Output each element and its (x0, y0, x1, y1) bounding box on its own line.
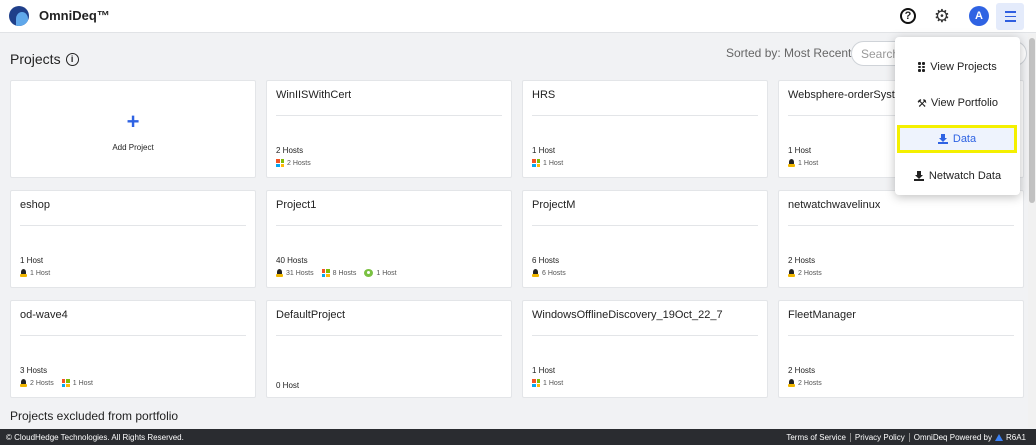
linux-icon (788, 269, 795, 277)
windows-icon (532, 159, 540, 167)
top-bar: OmniDeq™ ? ⚙ A (0, 0, 1036, 33)
host-count: 2 Hosts (788, 256, 816, 265)
windows-icon (276, 159, 284, 167)
plus-icon: + (126, 109, 140, 134)
windows-icon (321, 269, 330, 277)
powered-by-text: OmniDeq Powered by R6A1 (913, 433, 1026, 442)
project-name: HRS (532, 89, 556, 101)
card-divider (20, 335, 246, 336)
avatar[interactable]: A (969, 6, 989, 26)
project-card[interactable]: netwatchwavelinux 2 Hosts 2 Hosts (778, 190, 1024, 288)
host-breakdown: 1 Host (20, 269, 50, 277)
project-name: WindowsOfflineDiscovery_19Oct_22_7 (532, 309, 723, 321)
projects-title: Projects i (10, 51, 79, 67)
hamburger-menu-icon[interactable] (996, 3, 1024, 30)
project-name: od-wave4 (20, 309, 68, 321)
card-divider (276, 335, 502, 336)
help-icon[interactable]: ? (898, 6, 918, 26)
portfolio-icon: ⚒ (917, 97, 927, 110)
sort-selector[interactable]: Sorted by: Most Recent (726, 46, 851, 60)
linux-icon (532, 269, 539, 277)
add-project-label: Add Project (112, 143, 154, 152)
add-project-card[interactable]: + Add Project (10, 80, 256, 178)
card-divider (276, 225, 502, 226)
project-card[interactable]: ProjectM 6 Hosts 6 Hosts (522, 190, 768, 288)
project-name: Websphere-orderSystem (788, 89, 911, 101)
main-menu-dropdown: View Projects ⚒ View Portfolio Data Netw… (895, 37, 1020, 195)
project-name: eshop (20, 199, 50, 211)
scrollbar-thumb[interactable] (1029, 38, 1035, 203)
host-count: 6 Hosts (532, 256, 560, 265)
host-count: 40 Hosts (276, 256, 308, 265)
linux-icon (20, 269, 27, 277)
host-count: 2 Hosts (788, 366, 816, 375)
menu-item-view-portfolio[interactable]: ⚒ View Portfolio (895, 88, 1020, 118)
project-card[interactable]: DefaultProject 0 Host (266, 300, 512, 398)
project-card[interactable]: WinIISWithCert 2 Hosts 2 Hosts (266, 80, 512, 178)
info-icon[interactable]: i (65, 52, 79, 66)
project-name: ProjectM (532, 199, 576, 211)
brand-name[interactable]: OmniDeq™ (39, 8, 110, 23)
project-card[interactable]: eshop 1 Host 1 Host (10, 190, 256, 288)
powered-by-logo-icon (994, 434, 1003, 441)
host-breakdown: 1 Host (532, 159, 563, 167)
host-breakdown: 2 Hosts (788, 269, 822, 277)
project-card[interactable]: WindowsOfflineDiscovery_19Oct_22_7 1 Hos… (522, 300, 768, 398)
host-count: 3 Hosts (20, 366, 48, 375)
project-card[interactable]: HRS 1 Host 1 Host (522, 80, 768, 178)
project-card[interactable]: FleetManager 2 Hosts 2 Hosts (778, 300, 1024, 398)
card-divider (532, 115, 758, 116)
host-count: 1 Host (532, 366, 556, 375)
host-breakdown: 2 Hosts (788, 379, 822, 387)
host-breakdown: 2 Hosts (276, 159, 311, 167)
project-name: netwatchwavelinux (788, 199, 881, 211)
linux-icon (276, 269, 283, 277)
host-count: 1 Host (788, 146, 812, 155)
project-card[interactable]: od-wave4 3 Hosts 2 Hosts 1 Host (10, 300, 256, 398)
host-count: 1 Host (532, 146, 556, 155)
card-divider (532, 335, 758, 336)
privacy-link[interactable]: Privacy Policy (851, 433, 909, 442)
host-breakdown: 2 Hosts 1 Host (20, 379, 93, 387)
menu-item-netwatch-data[interactable]: Netwatch Data (895, 161, 1020, 191)
windows-icon (532, 379, 540, 387)
host-breakdown: 1 Host (788, 159, 818, 167)
terms-link[interactable]: Terms of Service (782, 433, 850, 442)
card-divider (20, 225, 246, 226)
menu-item-data[interactable]: Data (897, 125, 1017, 153)
excluded-projects-title: Projects excluded from portfolio (10, 409, 179, 423)
omnideq-logo-icon[interactable] (9, 6, 29, 26)
project-name: Project1 (276, 199, 317, 211)
project-name: WinIISWithCert (276, 89, 352, 101)
card-divider (788, 225, 1014, 226)
host-breakdown: 6 Hosts (532, 269, 566, 277)
footer: © CloudHedge Technologies. All Rights Re… (0, 429, 1036, 445)
footer-links: Terms of Service Privacy Policy OmniDeq … (782, 433, 1030, 442)
host-breakdown: 1 Host (532, 379, 563, 387)
host-breakdown: 31 Hosts 8 Hosts 1 Host (276, 269, 397, 277)
windows-icon (61, 379, 70, 387)
host-count: 2 Hosts (276, 146, 304, 155)
other-os-icon (364, 269, 374, 277)
card-divider (276, 115, 502, 116)
project-card[interactable]: Project1 40 Hosts 31 Hosts 8 Hosts 1 Hos… (266, 190, 512, 288)
menu-item-view-projects[interactable]: View Projects (895, 52, 1020, 82)
download-icon (913, 171, 924, 181)
projects-title-label: Projects (10, 51, 61, 67)
host-count: 0 Host (276, 381, 300, 390)
grid-icon (918, 62, 926, 72)
linux-icon (788, 379, 795, 387)
project-name: FleetManager (788, 309, 856, 321)
card-divider (532, 225, 758, 226)
host-count: 1 Host (20, 256, 44, 265)
card-divider (788, 335, 1014, 336)
gear-icon[interactable]: ⚙ (932, 6, 952, 26)
project-name: DefaultProject (276, 309, 346, 321)
linux-icon (20, 379, 27, 387)
copyright-text: © CloudHedge Technologies. All Rights Re… (6, 433, 184, 442)
version-text: R6A1 (1005, 433, 1026, 442)
linux-icon (788, 159, 795, 167)
download-icon (937, 134, 948, 144)
